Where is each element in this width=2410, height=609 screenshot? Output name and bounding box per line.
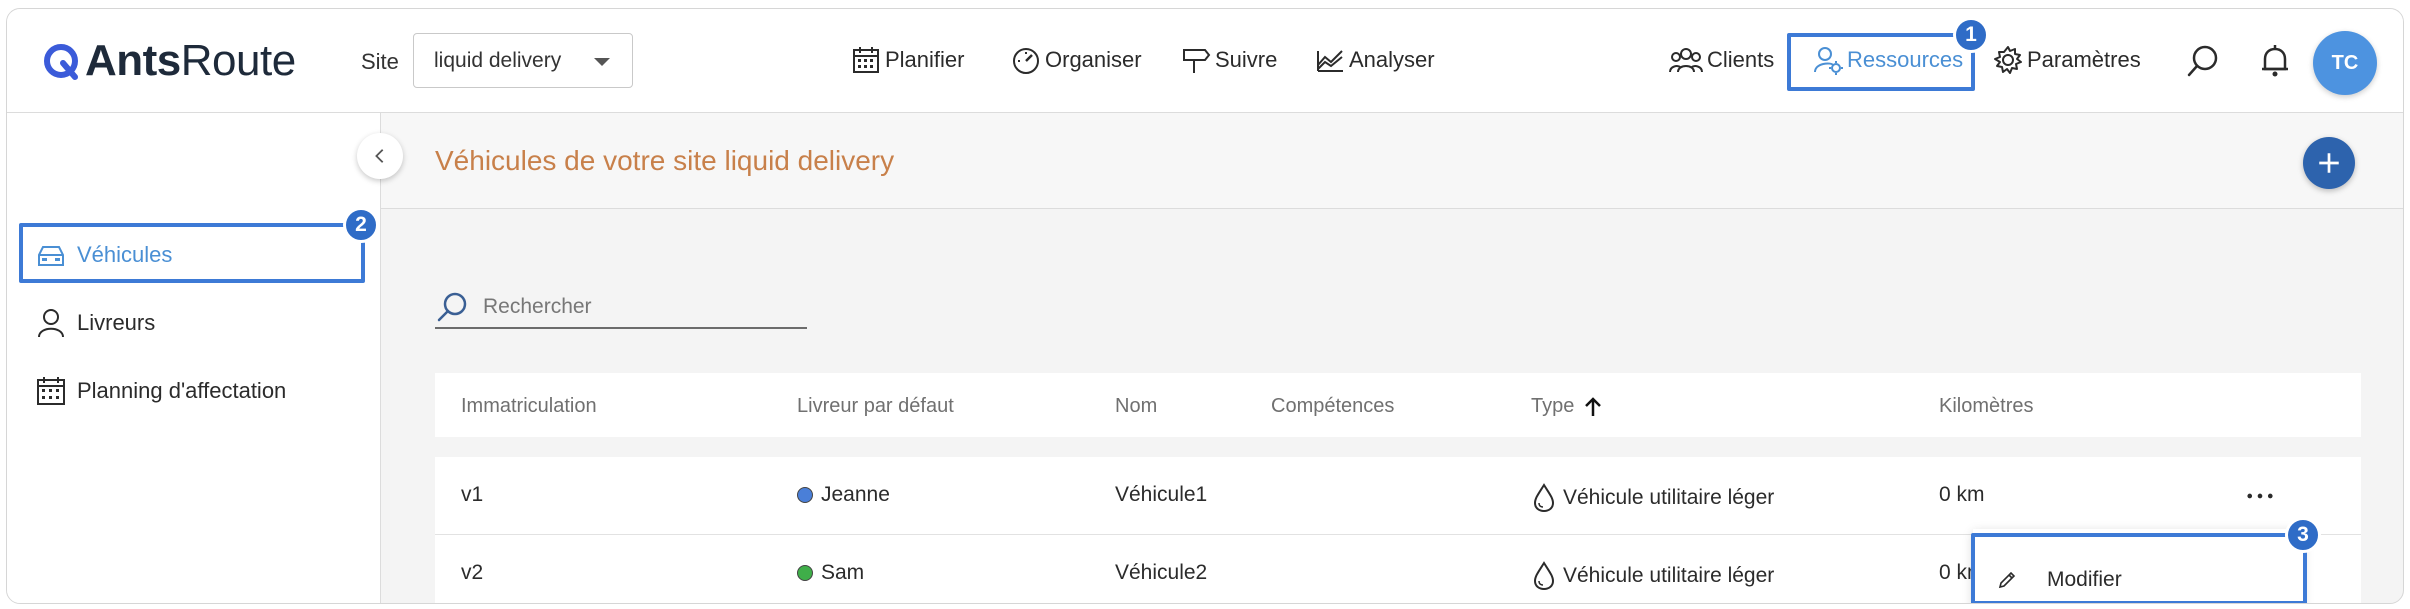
fuel-drop-icon (1533, 483, 1555, 513)
antsroute-logo[interactable]: AntsRoute (41, 37, 296, 85)
cell-nom: Véhicule1 (1115, 483, 1208, 506)
calendar-icon (853, 47, 879, 73)
sidebar-collapse-button[interactable] (357, 133, 403, 179)
row-actions-button[interactable] (2245, 481, 2275, 511)
antsroute-logo-icon (44, 44, 78, 80)
logo-light-text: Route (180, 36, 296, 85)
col-competences[interactable]: Compétences (1271, 395, 1394, 418)
cell-livreur: Sam (797, 561, 864, 585)
chevron-left-icon (375, 149, 384, 163)
site-label: Site (361, 49, 399, 74)
sidebar-item-label: Livreurs (77, 310, 156, 335)
highlight-modifier (1971, 533, 2307, 603)
table-row[interactable]: v1 Jeanne Véhicule1 Véhicule utilitaire … (435, 457, 2361, 535)
nav-organiser-label: Organiser (1045, 47, 1142, 72)
nav-planifier[interactable]: Planifier (851, 35, 964, 85)
add-vehicle-button[interactable] (2303, 137, 2355, 189)
cell-immatriculation: v2 (461, 561, 484, 584)
search-icon (437, 292, 467, 322)
search-input[interactable] (483, 295, 783, 319)
sidebar-item-livreurs[interactable]: Livreurs (35, 301, 155, 345)
step-badge-1: 1 (1953, 17, 1989, 53)
nav-planifier-label: Planifier (885, 47, 965, 72)
highlight-ressources (1787, 33, 1975, 91)
cell-kilometres: 0 km (1939, 483, 1985, 506)
livreur-color-dot (797, 565, 813, 581)
bell-icon[interactable] (2257, 43, 2293, 79)
col-immatriculation[interactable]: Immatriculation (461, 395, 597, 418)
search-icon[interactable] (2185, 43, 2221, 79)
livreur-name: Sam (821, 561, 865, 584)
chart-icon (1317, 50, 1343, 72)
fuel-drop-icon (1533, 561, 1555, 591)
highlight-vehicules (19, 223, 365, 283)
col-kilometres[interactable]: Kilomètres (1939, 395, 2033, 418)
logo-text: AntsRoute (85, 37, 296, 85)
app-window: AntsRoute Site liquid delivery Planifier (6, 8, 2404, 604)
sidebar-item-label: Planning d'affectation (77, 378, 287, 403)
signpost-icon (1183, 49, 1211, 73)
table-header: Immatriculation Livreur par défaut Nom C… (435, 373, 2361, 437)
vehicle-type: Véhicule utilitaire léger (1563, 564, 1775, 587)
livreur-name: Jeanne (821, 483, 890, 506)
nav-analyser-label: Analyser (1349, 47, 1435, 72)
nav-parametres[interactable]: Paramètres (1993, 35, 2141, 85)
page-title: Véhicules de votre site liquid delivery (435, 145, 895, 176)
plus-icon (2319, 153, 2339, 173)
calendar-icon (37, 377, 65, 405)
title-bar: Véhicules de votre site liquid delivery (381, 113, 2403, 209)
col-livreur[interactable]: Livreur par défaut (797, 395, 954, 418)
cell-type: Véhicule utilitaire léger (1531, 561, 1774, 591)
nav-suivre-label: Suivre (1215, 47, 1278, 72)
logo-bold-text: Ants (85, 36, 181, 85)
sidebar: Véhicules Livreurs Planning d'affectatio… (7, 113, 381, 603)
nav-organiser[interactable]: Organiser (1011, 35, 1142, 85)
cell-immatriculation: v1 (461, 483, 484, 506)
cell-nom: Véhicule2 (1115, 561, 1208, 584)
nav-clients[interactable]: Clients (1669, 35, 1774, 85)
col-type[interactable]: Type (1531, 395, 1604, 418)
more-horizontal-icon (2247, 493, 2273, 499)
nav-suivre[interactable]: Suivre (1181, 35, 1277, 85)
step-badge-2: 2 (343, 207, 379, 243)
search-field[interactable] (435, 287, 807, 329)
cell-type: Véhicule utilitaire léger (1531, 483, 1774, 513)
site-select-value: liquid delivery (434, 48, 562, 72)
col-nom[interactable]: Nom (1115, 395, 1157, 418)
sort-arrow-up-icon (1585, 396, 1602, 416)
cell-livreur: Jeanne (797, 483, 890, 507)
site-select[interactable]: liquid delivery (413, 33, 633, 88)
user-avatar[interactable]: TC (2313, 31, 2377, 95)
person-icon (38, 309, 64, 338)
col-type-label: Type (1531, 395, 1575, 417)
gear-icon (1994, 46, 2022, 74)
users-group-icon (1669, 48, 1703, 73)
nav-analyser[interactable]: Analyser (1315, 35, 1435, 85)
vehicle-type: Véhicule utilitaire léger (1563, 486, 1775, 509)
top-header: AntsRoute Site liquid delivery Planifier (7, 9, 2403, 113)
livreur-color-dot (797, 487, 813, 503)
speedometer-icon (1013, 48, 1039, 74)
caret-down-icon (594, 58, 610, 66)
step-badge-3: 3 (2285, 517, 2321, 553)
sidebar-item-planning[interactable]: Planning d'affectation (35, 369, 286, 413)
nav-parametres-label: Paramètres (2027, 47, 2141, 72)
nav-clients-label: Clients (1707, 47, 1775, 72)
